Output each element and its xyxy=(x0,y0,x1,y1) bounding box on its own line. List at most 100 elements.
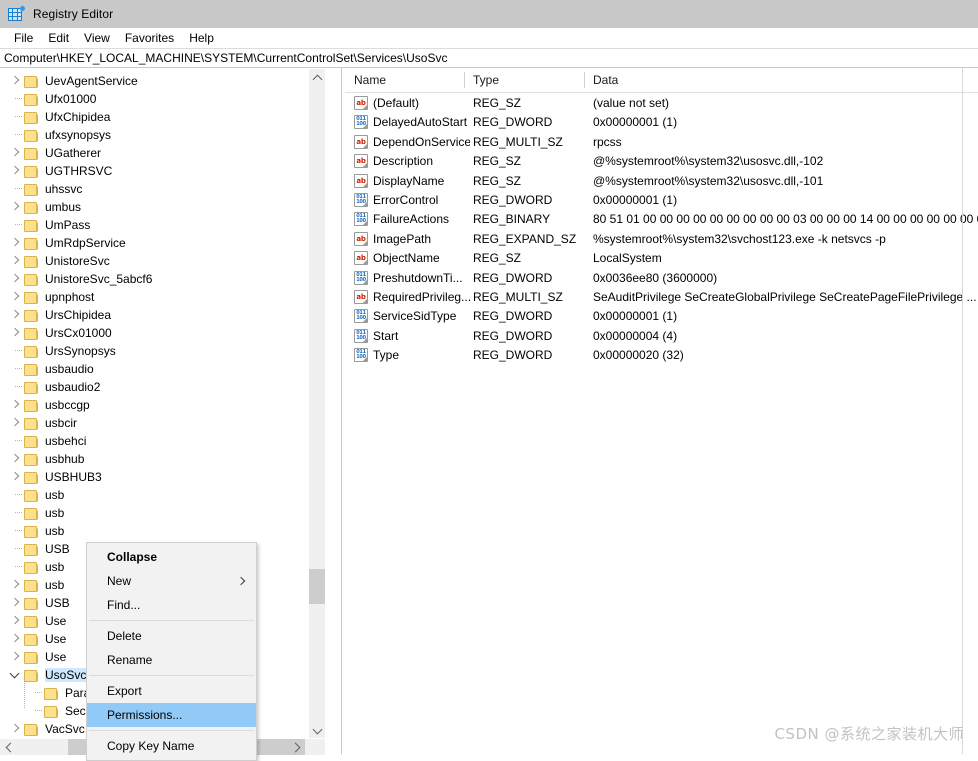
registry-values-pane[interactable]: NameTypeData ab(Default)REG_SZ(value not… xyxy=(345,68,978,754)
value-row[interactable]: abDescriptionREG_SZ@%systemroot%\system3… xyxy=(345,151,978,170)
value-row[interactable]: 011100PreshutdownTi...REG_DWORD0x0036ee8… xyxy=(345,268,978,287)
context-menu-item-copy-key-name[interactable]: Copy Key Name xyxy=(87,734,256,758)
column-header-type[interactable]: Type xyxy=(464,68,584,92)
chevron-right-icon[interactable] xyxy=(7,612,24,630)
column-separator[interactable] xyxy=(584,72,585,88)
tree-item-umrdpservice[interactable]: UmRdpService xyxy=(0,234,325,252)
scroll-up-arrow-icon[interactable] xyxy=(309,69,325,86)
menu-file[interactable]: File xyxy=(7,29,41,47)
menu-favorites[interactable]: Favorites xyxy=(118,29,182,47)
scroll-left-arrow-icon[interactable] xyxy=(0,739,17,755)
chevron-right-icon[interactable] xyxy=(7,72,24,90)
tree-item-usbehci[interactable]: usbehci xyxy=(0,432,325,450)
tree-item-unistoresvc5abcf6[interactable]: UnistoreSvc_5abcf6 xyxy=(0,270,325,288)
tree-context-menu[interactable]: Collapse New Find... DeleteRename ExportPerm… xyxy=(86,542,257,761)
menu-bar: FileEditViewFavoritesHelp xyxy=(0,28,978,48)
context-menu-item-new[interactable]: New xyxy=(87,569,256,593)
tree-item-uevagentservice[interactable]: UevAgentService xyxy=(0,72,325,90)
tree-item-usbcir[interactable]: usbcir xyxy=(0,414,325,432)
value-row[interactable]: 011100TypeREG_DWORD0x00000020 (32) xyxy=(345,345,978,364)
context-menu-item-collapse[interactable]: Collapse xyxy=(87,545,256,569)
chevron-right-icon[interactable] xyxy=(7,468,24,486)
context-menu-item-label: New xyxy=(107,574,131,588)
value-row[interactable]: ab(Default)REG_SZ(value not set) xyxy=(345,93,978,112)
chevron-down-icon[interactable] xyxy=(7,666,24,684)
context-menu-item-export[interactable]: Export xyxy=(87,679,256,703)
tree-item-usb[interactable]: usb xyxy=(0,504,325,522)
chevron-right-icon[interactable] xyxy=(7,144,24,162)
context-menu-item-rename[interactable]: Rename xyxy=(87,648,256,672)
tree-item-usb[interactable]: usb xyxy=(0,522,325,540)
tree-item-upnphost[interactable]: upnphost xyxy=(0,288,325,306)
tree-item-umbus[interactable]: umbus xyxy=(0,198,325,216)
tree-leaf-marker-icon xyxy=(7,378,24,396)
chevron-right-icon[interactable] xyxy=(7,720,24,738)
address-bar[interactable]: Computer\HKEY_LOCAL_MACHINE\SYSTEM\Curre… xyxy=(0,48,978,68)
value-row[interactable]: 011100ErrorControlREG_DWORD0x00000001 (1… xyxy=(345,190,978,209)
chevron-right-icon[interactable] xyxy=(7,198,24,216)
menu-help[interactable]: Help xyxy=(182,29,222,47)
tree-item-urschipidea[interactable]: UrsChipidea xyxy=(0,306,325,324)
tree-item-usbhub3[interactable]: USBHUB3 xyxy=(0,468,325,486)
tree-item-unistoresvc[interactable]: UnistoreSvc xyxy=(0,252,325,270)
tree-item-uhssvc[interactable]: uhssvc xyxy=(0,180,325,198)
tree-leaf-marker-icon xyxy=(7,342,24,360)
tree-vertical-scrollbar[interactable] xyxy=(308,69,325,738)
menu-view[interactable]: View xyxy=(77,29,118,47)
chevron-right-icon[interactable] xyxy=(7,450,24,468)
column-separator[interactable] xyxy=(464,72,465,88)
value-name-cell: 011100Start xyxy=(354,327,470,345)
value-row[interactable]: 011100FailureActionsREG_BINARY80 51 01 0… xyxy=(345,209,978,228)
chevron-right-icon[interactable] xyxy=(7,252,24,270)
chevron-right-icon[interactable] xyxy=(7,324,24,342)
value-row[interactable]: 011100ServiceSidTypeREG_DWORD0x00000001 … xyxy=(345,306,978,325)
value-row[interactable]: abRequiredPrivileg...REG_MULTI_SZSeAudit… xyxy=(345,287,978,306)
value-row[interactable]: abObjectNameREG_SZLocalSystem xyxy=(345,248,978,267)
tree-item-urscx01000[interactable]: UrsCx01000 xyxy=(0,324,325,342)
chevron-right-icon[interactable] xyxy=(7,630,24,648)
value-data-cell: %systemroot%\system32\svchost123.exe -k … xyxy=(593,230,978,248)
tree-vertical-scroll-thumb[interactable] xyxy=(309,569,325,604)
value-row[interactable]: abDisplayNameREG_SZ@%systemroot%\system3… xyxy=(345,171,978,190)
value-row[interactable]: abDependOnServiceREG_MULTI_SZrpcss xyxy=(345,132,978,151)
tree-item-ufxsynopsys[interactable]: ufxsynopsys xyxy=(0,126,325,144)
tree-item-umpass[interactable]: UmPass xyxy=(0,216,325,234)
context-menu-item-find[interactable]: Find... xyxy=(87,593,256,617)
chevron-right-icon[interactable] xyxy=(7,234,24,252)
tree-item-label: usbehci xyxy=(45,434,90,448)
tree-item-ufx01000[interactable]: Ufx01000 xyxy=(0,90,325,108)
values-column-header[interactable]: NameTypeData xyxy=(345,68,978,93)
chevron-right-icon[interactable] xyxy=(7,414,24,432)
context-menu-item-delete[interactable]: Delete xyxy=(87,624,256,648)
scroll-down-arrow-icon[interactable] xyxy=(309,721,325,738)
value-name: FailureActions xyxy=(373,212,449,226)
value-row[interactable]: 011100StartREG_DWORD0x00000004 (4) xyxy=(345,326,978,345)
chevron-right-icon[interactable] xyxy=(7,306,24,324)
tree-item-usbhub[interactable]: usbhub xyxy=(0,450,325,468)
tree-item-label: UGatherer xyxy=(45,146,105,160)
tree-item-usbaudio[interactable]: usbaudio xyxy=(0,360,325,378)
value-data-cell: @%systemroot%\system32\usosvc.dll,-101 xyxy=(593,172,978,190)
tree-item-usbaudio2[interactable]: usbaudio2 xyxy=(0,378,325,396)
value-row[interactable]: 011100DelayedAutoStartREG_DWORD0x0000000… xyxy=(345,112,978,131)
tree-leaf-marker-icon xyxy=(7,486,24,504)
chevron-right-icon[interactable] xyxy=(7,396,24,414)
column-header-data[interactable]: Data xyxy=(584,68,978,92)
column-header-name[interactable]: Name xyxy=(345,68,464,92)
tree-item-usb[interactable]: usb xyxy=(0,486,325,504)
chevron-right-icon[interactable] xyxy=(7,648,24,666)
chevron-right-icon[interactable] xyxy=(7,594,24,612)
tree-item-ugthrsvc[interactable]: UGTHRSVC xyxy=(0,162,325,180)
tree-item-usbccgp[interactable]: usbccgp xyxy=(0,396,325,414)
tree-item-urssynopsys[interactable]: UrsSynopsys xyxy=(0,342,325,360)
chevron-right-icon[interactable] xyxy=(7,162,24,180)
context-menu-item-permissions[interactable]: Permissions... xyxy=(87,703,256,727)
value-row[interactable]: abImagePathREG_EXPAND_SZ%systemroot%\sys… xyxy=(345,229,978,248)
menu-edit[interactable]: Edit xyxy=(41,29,77,47)
tree-item-ugatherer[interactable]: UGatherer xyxy=(0,144,325,162)
chevron-right-icon[interactable] xyxy=(7,288,24,306)
chevron-right-icon[interactable] xyxy=(7,576,24,594)
chevron-right-icon[interactable] xyxy=(7,270,24,288)
scroll-right-arrow-icon[interactable] xyxy=(288,739,305,755)
tree-item-ufxchipidea[interactable]: UfxChipidea xyxy=(0,108,325,126)
